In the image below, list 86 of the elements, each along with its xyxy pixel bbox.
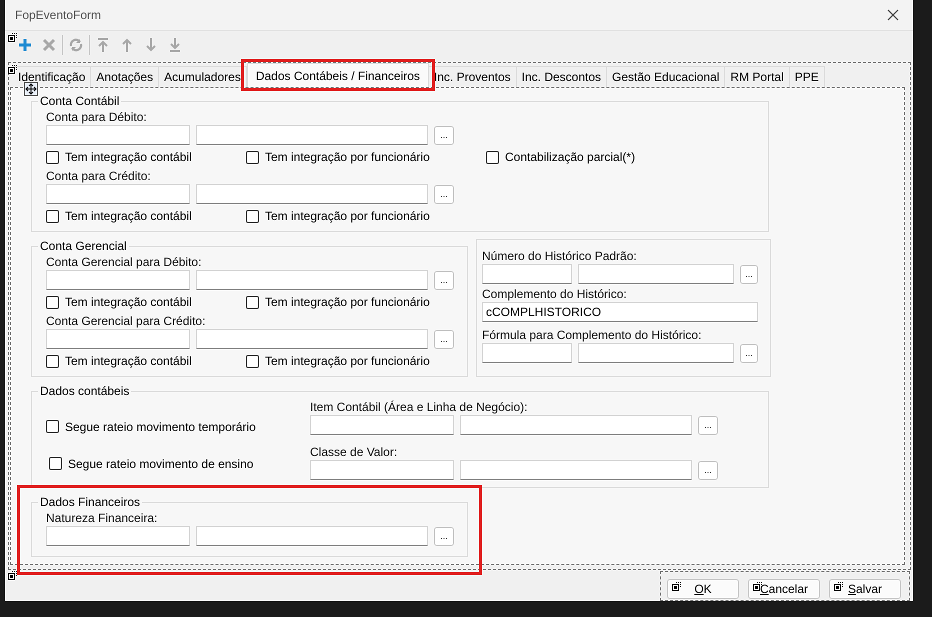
dialog-button[interactable]: Salvar <box>829 579 901 599</box>
input-field[interactable]: cCOMPLHISTORICO <box>482 302 758 322</box>
checkbox-label: Tem integração por funcionário <box>265 150 430 164</box>
tab[interactable]: Inc. Descontos <box>516 66 608 87</box>
move-icon[interactable] <box>24 82 38 96</box>
checkbox[interactable] <box>46 420 59 433</box>
checkbox[interactable] <box>49 457 62 470</box>
tab[interactable]: Inc. Proventos <box>428 66 517 87</box>
browse-button[interactable]: ... <box>434 184 454 204</box>
checkbox-label: Tem integração por funcionário <box>265 354 430 368</box>
checkbox[interactable] <box>46 150 59 164</box>
input-field[interactable] <box>310 460 454 480</box>
field-label: Número do Histórico Padrão: <box>482 248 638 264</box>
input-field[interactable] <box>482 343 572 363</box>
input-field[interactable] <box>46 329 190 349</box>
field-label: Conta para Débito: <box>46 109 148 125</box>
checkbox-label: Tem integração contábil <box>65 295 192 309</box>
close-icon[interactable] <box>887 9 899 21</box>
field-label: Conta para Crédito: <box>46 168 152 184</box>
checkbox-label: Contabilização parcial(*) <box>505 150 636 164</box>
checkbox[interactable] <box>246 150 259 164</box>
field-label: Complemento do Histórico: <box>482 286 628 302</box>
checkbox-label: Tem integração contábil <box>65 150 192 164</box>
checkbox-label: Segue rateio movimento temporário <box>65 420 256 434</box>
checkbox[interactable] <box>486 150 499 164</box>
tab[interactable]: Acumuladores <box>159 66 247 87</box>
checkbox-label: Tem integração por funcionário <box>265 295 430 309</box>
input-field[interactable] <box>196 270 428 290</box>
dialog-button[interactable]: Cancelar <box>748 579 820 599</box>
browse-button[interactable]: ... <box>740 264 758 284</box>
tab[interactable]: Gestão Educacional <box>607 66 726 87</box>
input-field[interactable] <box>578 343 734 363</box>
input-field[interactable] <box>196 526 428 546</box>
checkbox[interactable] <box>46 210 59 222</box>
browse-button[interactable]: ... <box>434 126 454 144</box>
browse-button[interactable]: ... <box>740 344 758 362</box>
browse-button[interactable]: ... <box>434 270 454 290</box>
group-title: Dados contábeis <box>39 384 130 398</box>
checkbox-label: Tem integração por funcionário <box>265 209 430 223</box>
input-field[interactable] <box>196 125 428 145</box>
handle-icon <box>8 65 17 74</box>
field-label: Natureza Financeira: <box>46 510 158 526</box>
field-label: Classe de Valor: <box>310 444 398 460</box>
handle-icon <box>8 571 17 580</box>
checkbox[interactable] <box>246 210 259 222</box>
group-title: Conta Gerencial <box>39 239 128 253</box>
add-icon[interactable] <box>17 36 33 52</box>
field-label: Conta Gerencial para Débito: <box>46 254 202 270</box>
tab[interactable]: Dados Contábeis / Financeiros <box>246 63 429 87</box>
input-field[interactable] <box>310 415 454 435</box>
tab[interactable]: Anotações <box>91 66 160 87</box>
input-field[interactable] <box>578 264 734 284</box>
checkbox-label: Tem integração contábil <box>65 354 192 368</box>
checkbox[interactable] <box>46 296 59 308</box>
input-field[interactable] <box>482 264 572 284</box>
field-label: Item Contábil (Área e Linha de Negócio): <box>310 399 528 415</box>
input-field[interactable] <box>196 329 428 349</box>
handle-icon <box>834 582 843 591</box>
window-title: FopEventoForm <box>15 8 102 22</box>
checkbox[interactable] <box>46 354 59 368</box>
checkbox-label: Segue rateio movimento de ensino <box>68 456 254 470</box>
input-field[interactable] <box>460 460 692 480</box>
field-label: Fórmula para Complemento do Histórico: <box>482 327 702 343</box>
checkbox[interactable] <box>246 296 259 308</box>
checkbox[interactable] <box>246 354 259 368</box>
field-label: Conta Gerencial para Crédito: <box>46 313 206 329</box>
browse-button[interactable]: ... <box>698 460 718 480</box>
handle-icon <box>672 582 681 591</box>
tab[interactable]: RM Portal <box>725 66 790 87</box>
handle-icon <box>753 582 762 591</box>
group-title: Conta Contábil <box>39 94 120 108</box>
input-field[interactable] <box>46 270 190 290</box>
handle-icon <box>8 33 17 42</box>
browse-button[interactable]: ... <box>698 416 718 434</box>
browse-button[interactable]: ... <box>434 526 454 546</box>
input-field[interactable] <box>46 184 190 204</box>
input-field[interactable] <box>460 415 692 435</box>
input-field[interactable] <box>46 125 190 145</box>
checkbox-label: Tem integração contábil <box>65 209 192 223</box>
dialog-button[interactable]: OK <box>667 579 739 599</box>
group-title: Dados Financeiros <box>39 495 142 509</box>
input-field[interactable] <box>196 184 428 204</box>
tab[interactable]: PPE <box>790 66 825 87</box>
browse-button[interactable]: ... <box>434 330 454 348</box>
tab[interactable]: Identificação <box>13 66 92 87</box>
input-field[interactable] <box>46 526 190 546</box>
